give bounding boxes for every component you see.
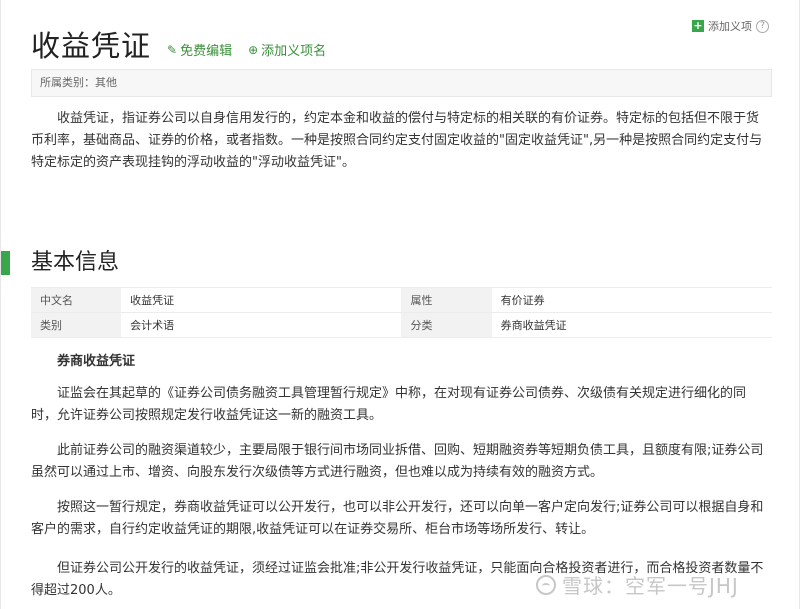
intro-paragraph: 收益凭证，指证券公司以自身信用发行的，约定本金和收益的偿付与特定标的相关联的有价… xyxy=(31,111,763,170)
snowball-logo-icon xyxy=(536,574,556,595)
info-key: 类别 xyxy=(31,312,122,338)
subsection-title: 券商收益凭证 xyxy=(57,354,136,369)
info-value: 券商收益凭证 xyxy=(491,312,772,338)
watermark: 雪球：空军一号JHJ xyxy=(536,570,739,599)
body-paragraph: 此前证券公司的融资渠道较少，主要局限于银行间市场同业拆借、回购、短期融资券等短期… xyxy=(31,443,764,480)
table-row: 类别 会计术语 分类 券商收益凭证 xyxy=(31,312,772,338)
watermark-text: 雪球：空军一号JHJ xyxy=(562,574,739,598)
section-title: 基本信息 xyxy=(31,250,120,275)
edit-button[interactable]: ✎ 免费编辑 xyxy=(167,40,233,60)
body-paragraph: 按照这一暂行规定，券商收益凭证可以公开发行，也可以非公开发行，还可以向单一客户定… xyxy=(31,500,764,537)
edit-label: 免费编辑 xyxy=(180,44,233,59)
title-row: 收益凭证 ✎ 免费编辑 ⊕ 添加义项名 xyxy=(31,28,326,64)
category-text: 所属类别：其他 xyxy=(40,76,117,89)
basic-info-heading: 基本信息 xyxy=(1,248,119,278)
info-key: 分类 xyxy=(401,312,492,338)
top-add-item-label: 添加义项 xyxy=(708,20,752,33)
pencil-icon: ✎ xyxy=(167,42,178,57)
info-key: 中文名 xyxy=(31,287,122,313)
add-item-name-label: 添加义项名 xyxy=(261,44,327,59)
section-accent-bar xyxy=(1,251,10,275)
top-add-item[interactable]: + 添加义项 ? xyxy=(692,18,769,34)
info-key: 属性 xyxy=(401,287,492,313)
info-value: 会计术语 xyxy=(121,312,402,338)
plus-icon: + xyxy=(692,19,704,32)
page-title: 收益凭证 xyxy=(31,29,152,63)
page-frame: + 添加义项 ? 收益凭证 ✎ 免费编辑 ⊕ 添加义项名 所属类别：其他 收益凭… xyxy=(0,0,800,609)
table-row: 中文名 收益凭证 属性 有价证券 xyxy=(31,287,772,313)
info-value: 有价证券 xyxy=(491,287,772,313)
info-value: 收益凭证 xyxy=(121,287,402,313)
help-icon[interactable]: ? xyxy=(756,19,769,33)
category-bar: 所属类别：其他 xyxy=(31,69,772,97)
add-item-name-button[interactable]: ⊕ 添加义项名 xyxy=(248,40,327,60)
add-circle-icon: ⊕ xyxy=(248,42,259,57)
basic-info-table: 中文名 收益凭证 属性 有价证券 类别 会计术语 分类 券商收益凭证 xyxy=(31,287,772,338)
body-paragraph: 证监会在其起草的《证券公司债务融资工具管理暂行规定》中称，在对现有证券公司债券、… xyxy=(31,386,747,423)
